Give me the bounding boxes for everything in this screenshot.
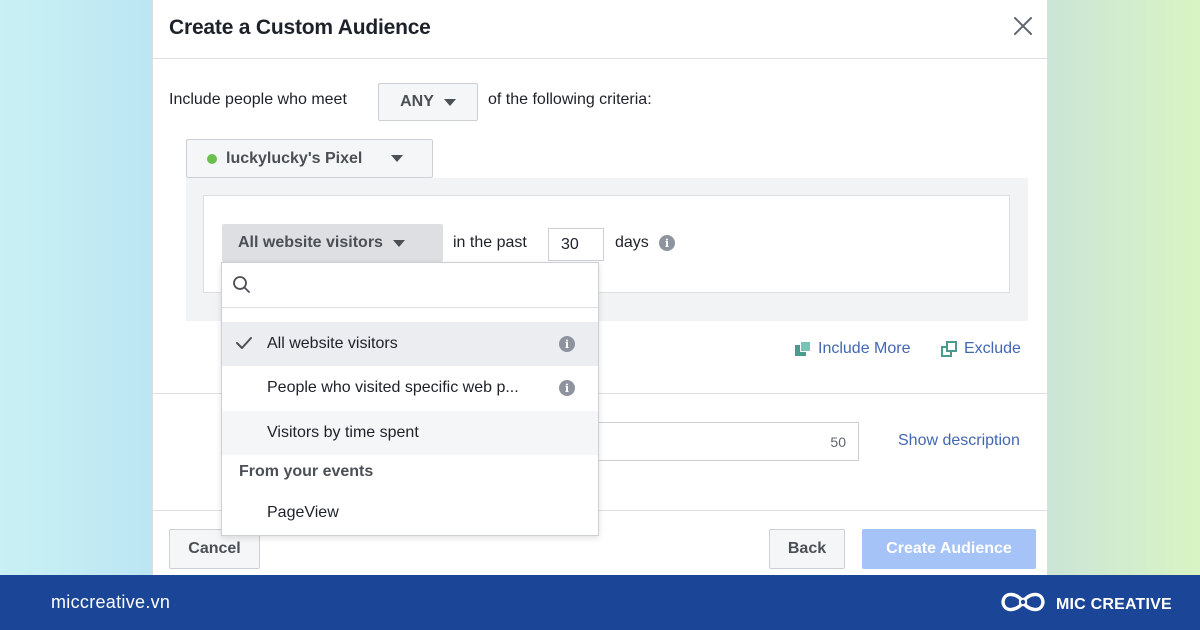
dropdown-item-label: Visitors by time spent xyxy=(267,424,419,441)
dropdown-item-label: All website visitors xyxy=(267,335,398,352)
visitor-source-dropdown: All website visitors i People who visite… xyxy=(221,262,599,536)
dropdown-item-label: People who visited specific web p... xyxy=(267,379,519,396)
match-mode-select[interactable]: ANY xyxy=(378,83,478,121)
include-more-link[interactable]: Include More xyxy=(795,340,911,358)
brand-name: MIC CREATIVE xyxy=(1056,595,1172,613)
pixel-select[interactable]: luckylucky's Pixel xyxy=(186,139,433,178)
include-more-label: Include More xyxy=(818,340,911,357)
in-the-past-label: in the past xyxy=(453,234,527,251)
info-icon[interactable]: i xyxy=(559,336,575,352)
info-icon[interactable]: i xyxy=(559,380,575,396)
char-remaining-count: 50 xyxy=(830,434,846,450)
info-icon[interactable]: i xyxy=(659,235,675,251)
dropdown-item-time-spent[interactable]: Visitors by time spent xyxy=(222,411,598,455)
exclude-link[interactable]: Exclude xyxy=(941,340,1021,358)
days-label: days xyxy=(615,234,649,251)
pixel-name: luckylucky's Pixel xyxy=(226,149,363,167)
brand-logo: MIC CREATIVE xyxy=(998,588,1172,621)
pixel-status-dot-icon xyxy=(207,153,217,164)
caret-down-icon xyxy=(391,155,404,162)
caret-down-icon xyxy=(392,239,405,247)
visitor-source-value: All website visitors xyxy=(238,234,383,251)
back-button[interactable]: Back xyxy=(769,529,845,569)
exclude-label: Exclude xyxy=(964,340,1021,357)
dropdown-item-all-visitors[interactable]: All website visitors i xyxy=(222,322,598,366)
exclude-icon xyxy=(941,341,958,357)
dropdown-item-specific-pages[interactable]: People who visited specific web p... i xyxy=(222,366,598,410)
dropdown-group-label: From your events xyxy=(239,463,374,480)
dropdown-search-field[interactable] xyxy=(222,263,598,308)
criteria-suffix-label: of the following criteria: xyxy=(488,91,652,108)
show-description-link[interactable]: Show description xyxy=(898,432,1020,450)
footer-banner: miccreative.vn MIC CREATIVE xyxy=(0,575,1200,630)
create-audience-button[interactable]: Create Audience xyxy=(862,529,1036,569)
dialog-title: Create a Custom Audience xyxy=(169,16,431,39)
dropdown-item-pageview[interactable]: PageView xyxy=(222,491,598,535)
caret-down-icon xyxy=(443,98,456,106)
close-icon[interactable] xyxy=(1011,14,1035,38)
dropdown-item-label: PageView xyxy=(267,504,339,521)
include-more-icon xyxy=(795,341,812,357)
checkmark-icon xyxy=(235,335,253,356)
search-icon xyxy=(232,275,252,300)
audience-name-input[interactable]: 50 xyxy=(583,422,859,461)
retention-days-input[interactable] xyxy=(548,228,604,261)
brand-infinity-icon xyxy=(998,588,1048,621)
banner-url: miccreative.vn xyxy=(51,592,171,612)
criteria-prefix-label: Include people who meet xyxy=(169,91,347,108)
visitor-source-select[interactable]: All website visitors xyxy=(222,224,443,262)
match-mode-value: ANY xyxy=(400,93,434,110)
dialog-header: Create a Custom Audience xyxy=(153,0,1047,59)
